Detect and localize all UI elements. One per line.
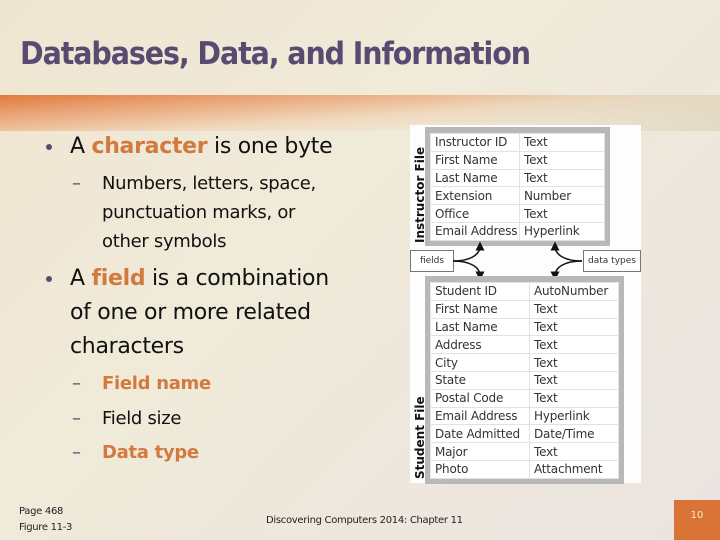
table-row: First Name Text [430,299,619,319]
table-row: Last Name Text [430,317,619,337]
bullet-text: A [70,266,92,291]
sub-bullet-character-desc: – Numbers, letters, space, [72,169,316,198]
data-type-cell: AutoNumber [529,282,619,301]
table-row: Postal Code Text [430,388,619,408]
table-row: Address Text [430,335,619,355]
figure-reference: Figure 11-3 [19,522,73,533]
sub-bullet-line: other symbols [102,231,227,252]
field-name-cell: Address [430,335,530,355]
student-table: Student ID AutoNumber First Name Text Last N… [430,282,619,479]
field-name-cell: Photo [430,459,530,479]
callout-arrows [452,241,583,281]
table-row: Student ID AutoNumber [430,282,619,301]
sub-bullet-line: Numbers, letters, space, [102,173,316,194]
page-reference: Page 468 [19,506,64,517]
dash-icon: – [72,173,81,194]
dash-icon: – [72,442,81,463]
data-type-cell: Hyperlink [529,406,619,426]
figure-11-3: Instructor File Instructor ID Text First N… [410,125,641,484]
arrow-types-down [550,260,583,281]
table-row: State Text [430,370,619,390]
field-name-cell: Date Admitted [430,424,530,444]
data-type-cell: Text [529,317,619,337]
data-type-cell: Text [529,388,619,408]
dash-icon: – [72,408,81,429]
student-file-table: Student ID AutoNumber First Name Text Last N… [425,276,624,484]
sub-bullet-line: punctuation marks, or [102,202,296,223]
slide-number: 10 [674,500,720,540]
bullet-dot-icon [46,276,52,282]
sub-bullet-text: Field size [102,408,182,429]
field-name-cell: Email Address [430,406,530,426]
bullet-field-line-2: of one or more related [70,296,311,330]
data-type-cell: Text [529,370,619,390]
field-name-cell: Last Name [430,317,530,337]
course-footer: Discovering Computers 2014: Chapter 11 [266,515,463,526]
sub-bullet-field-size: – Field size [72,404,182,433]
table-row: Photo Attachment [430,459,619,479]
bullet-character: A character is one byte [46,130,333,164]
arrow-fields-down [452,260,485,281]
sub-bullet-data-type: – Data type [72,438,199,467]
table-row: Date Admitted Date/Time [430,424,619,444]
bullet-field: A field is a combination [46,262,329,296]
bullet-text: of one or more related [70,300,311,325]
term-field: field [91,266,146,291]
bullet-dot-icon [46,144,52,150]
slide-title: Databases, Data, and Information [20,36,531,72]
field-name-cell: State [430,370,530,390]
sub-bullet-text: Data type [102,442,199,463]
arrow-fields-up [452,241,485,262]
term-character: character [91,134,208,159]
sub-bullet-field-name: – Field name [72,369,211,398]
arrow-types-up [550,241,583,262]
sub-bullet-text: Field name [102,373,211,394]
data-type-cell: Attachment [529,459,619,479]
data-type-cell: Text [529,442,619,461]
table-row: City Text [430,353,619,372]
bullet-field-line-3: characters [70,330,184,364]
field-name-cell: First Name [430,299,530,319]
data-type-cell: Text [529,299,619,319]
field-name-cell: Student ID [430,282,530,301]
sub-bullet-line-3: other symbols [102,227,226,256]
bullet-text: is one byte [207,134,333,159]
data-type-cell: Text [529,353,619,372]
bullet-text: A [70,134,92,159]
sub-bullet-line-2: punctuation marks, or [102,198,295,227]
bullet-text: characters [70,334,184,359]
field-name-cell: City [430,353,530,372]
data-type-cell: Text [529,335,619,355]
table-row: Major Text [430,442,619,461]
field-name-cell: Postal Code [430,388,530,408]
dash-icon: – [72,373,81,394]
table-row: Email Address Hyperlink [430,406,619,426]
bullet-text: is a combination [145,266,329,291]
data-type-cell: Date/Time [529,424,619,444]
field-name-cell: Major [430,442,530,461]
